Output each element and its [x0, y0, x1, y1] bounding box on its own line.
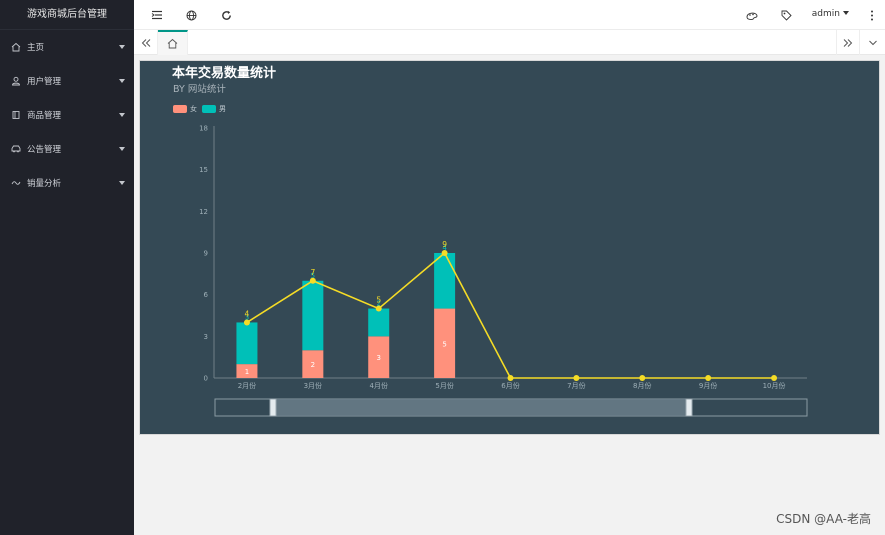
- chevron-down-icon: [119, 45, 125, 49]
- car-icon: [11, 144, 21, 154]
- x-tick-label: 7月份: [567, 381, 585, 390]
- user-icon: [11, 76, 21, 86]
- chevron-down-icon: [843, 11, 849, 15]
- sidebar-item-users[interactable]: 用户管理: [0, 64, 134, 98]
- data-zoom-handle-left[interactable]: [269, 398, 277, 417]
- bar-label-female: 5: [442, 340, 446, 348]
- line-point: [639, 375, 646, 381]
- x-tick-label: 2月份: [238, 381, 256, 390]
- line-point: [441, 250, 448, 256]
- home-icon: [11, 42, 21, 52]
- y-tick-label: 18: [199, 125, 208, 133]
- line-point-label: 9: [442, 240, 447, 249]
- bar-male: [434, 253, 456, 309]
- menu-fold-icon[interactable]: [150, 8, 164, 22]
- x-tick-label: 9月份: [699, 381, 717, 390]
- line-point-label: 5: [376, 296, 381, 305]
- sidebar-item-label: 主页: [27, 43, 45, 53]
- tag-icon[interactable]: [779, 8, 793, 22]
- refresh-icon[interactable]: [219, 8, 233, 22]
- chart-canvas: 0 3 6 9 12 15 18 2月份 3月份 4月份 5月份 6月份 7月份 8月份 9月份 10月份 1 3…: [199, 125, 808, 417]
- sidebar-item-home[interactable]: 主页: [0, 30, 134, 64]
- line-point: [573, 375, 580, 381]
- tab-scroll-right-icon[interactable]: [836, 30, 860, 55]
- home-icon: [167, 38, 178, 49]
- globe-icon[interactable]: [184, 8, 198, 22]
- y-tick-label: 3: [204, 333, 208, 341]
- x-tick-label: 5月份: [435, 381, 453, 390]
- line-point-label: 7: [310, 268, 315, 277]
- y-tick-label: 12: [199, 208, 208, 216]
- y-tick-label: 0: [204, 375, 208, 383]
- sidebar-item-label: 用户管理: [27, 77, 62, 87]
- line-point: [705, 375, 712, 381]
- data-zoom-range[interactable]: [274, 399, 690, 416]
- sidebar-item-label: 销量分析: [27, 179, 62, 189]
- x-tick-label: 10月份: [763, 381, 786, 390]
- sidebar-item-sales[interactable]: 销量分析: [0, 166, 134, 200]
- chart-icon: [11, 178, 21, 188]
- sidebar-menu: 主页 用户管理 商品管理 公告管理 销量分析: [0, 30, 134, 200]
- bar-male: [302, 280, 324, 351]
- series-line-total: [246, 251, 775, 379]
- line-point: [243, 319, 250, 326]
- theme-icon[interactable]: [745, 8, 759, 22]
- user-menu[interactable]: admin: [812, 9, 849, 19]
- line-point: [309, 277, 316, 284]
- tab-dropdown-icon[interactable]: [861, 30, 885, 55]
- sidebar-item-label: 商品管理: [27, 111, 62, 121]
- chevron-down-icon: [119, 79, 125, 83]
- x-tick-label: 4月份: [369, 381, 387, 390]
- top-header: admin: [134, 0, 885, 30]
- chevron-down-icon: [119, 181, 125, 185]
- bar-male: [236, 322, 258, 365]
- sidebar-item-notices[interactable]: 公告管理: [0, 132, 134, 166]
- tab-home[interactable]: [158, 30, 188, 55]
- chevron-down-icon: [119, 113, 125, 117]
- username: admin: [811, 9, 840, 19]
- sidebar: 游戏商城后台管理 主页 用户管理 商品管理 公告管理 销量分析: [0, 0, 134, 535]
- y-tick-label: 6: [204, 291, 209, 299]
- app-title: 游戏商城后台管理: [0, 0, 134, 30]
- x-tick-label: 3月份: [304, 381, 322, 390]
- tab-scroll-left-icon[interactable]: [134, 30, 158, 55]
- bar-label-female: 2: [311, 361, 315, 369]
- x-tick-label: 6月份: [501, 381, 519, 390]
- data-zoom-handle-right[interactable]: [685, 398, 693, 417]
- y-tick-label: 9: [204, 250, 208, 258]
- bar-male: [368, 308, 390, 337]
- x-tick-label: 8月份: [633, 381, 651, 390]
- chart-panel: 本年交易数量统计 BY 网站统计 女 男 0 3 6 9 12 15 18 2月份 3月份 4月份…: [139, 60, 880, 435]
- watermark: CSDN @AA-老高: [776, 512, 871, 526]
- bar-label-female: 3: [376, 354, 380, 362]
- sidebar-item-products[interactable]: 商品管理: [0, 98, 134, 132]
- book-icon: [11, 110, 21, 120]
- more-icon[interactable]: [865, 8, 879, 22]
- line-point-label: 4: [245, 309, 250, 318]
- line-point: [507, 375, 514, 381]
- chevron-down-icon: [119, 147, 125, 151]
- y-tick-label: 15: [199, 166, 208, 174]
- line-point: [771, 375, 778, 381]
- tab-bar: [134, 30, 885, 55]
- line-point: [375, 305, 382, 312]
- sidebar-item-label: 公告管理: [27, 145, 62, 155]
- bar-label-female: 1: [245, 368, 249, 376]
